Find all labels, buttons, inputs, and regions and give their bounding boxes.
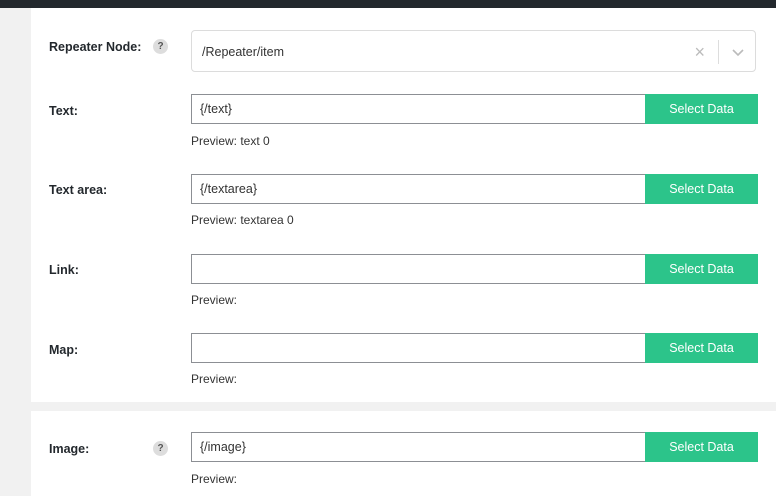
chevron-down-icon[interactable]: [731, 45, 745, 59]
help-icon[interactable]: ?: [153, 441, 168, 456]
image-field-label: Image:: [49, 442, 90, 456]
link-preview: Preview:: [191, 293, 238, 307]
link-field-label: Link:: [49, 263, 79, 277]
map-preview: Preview:: [191, 372, 238, 386]
help-icon[interactable]: ?: [153, 39, 168, 54]
image-preview: Preview:: [191, 472, 238, 486]
link-select-data-button[interactable]: Select Data: [645, 254, 758, 284]
repeater-node-select[interactable]: /Repeater/item ×: [191, 30, 756, 72]
map-field-label: Map:: [49, 343, 79, 357]
image-input[interactable]: {/image}: [191, 432, 646, 462]
image-select-data-button[interactable]: Select Data: [645, 432, 758, 462]
repeater-node-value: /Repeater/item: [202, 45, 284, 59]
text-input[interactable]: {/text}: [191, 94, 646, 124]
select-divider: [718, 40, 719, 64]
link-input[interactable]: [191, 254, 646, 284]
text-field-label: Text:: [49, 104, 78, 118]
textarea-input[interactable]: {/textarea}: [191, 174, 646, 204]
top-bar: [0, 0, 776, 8]
text-select-data-button[interactable]: Select Data: [645, 94, 758, 124]
textarea-field-label: Text area:: [49, 183, 108, 197]
text-preview: Preview: text 0: [191, 134, 270, 148]
textarea-select-data-button[interactable]: Select Data: [645, 174, 758, 204]
clear-icon[interactable]: ×: [694, 31, 705, 73]
textarea-preview: Preview: textarea 0: [191, 213, 294, 227]
repeater-node-label: Repeater Node:: [49, 40, 142, 54]
map-input[interactable]: [191, 333, 646, 363]
map-select-data-button[interactable]: Select Data: [645, 333, 758, 363]
